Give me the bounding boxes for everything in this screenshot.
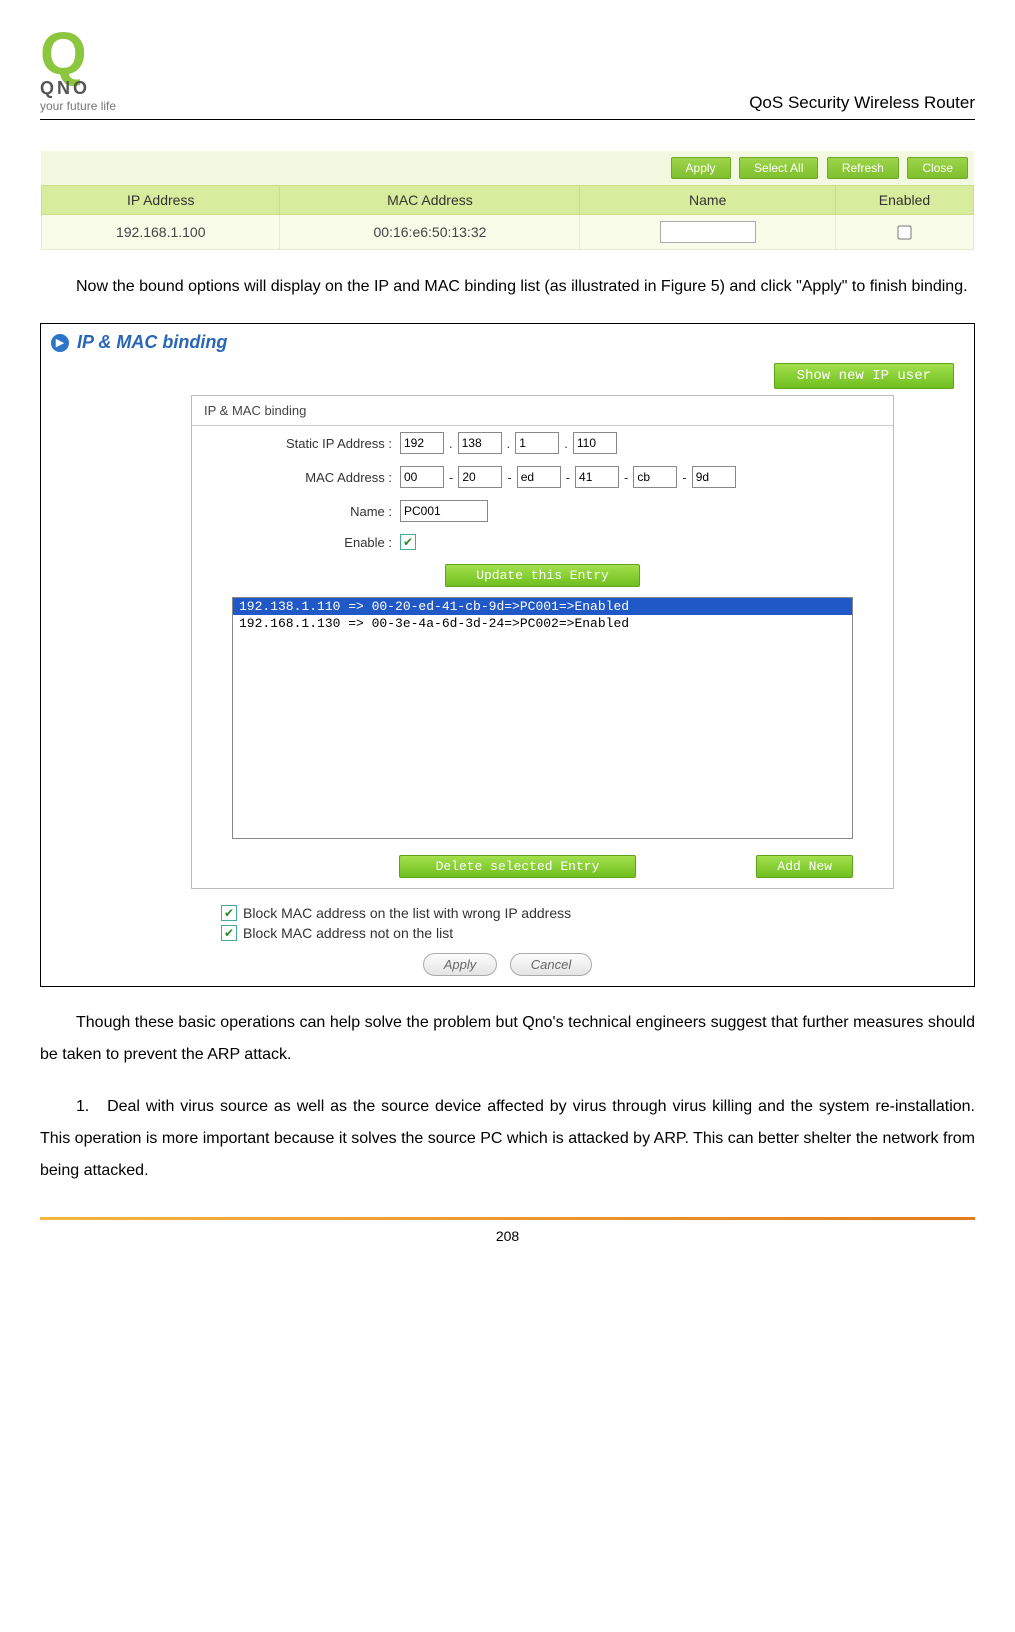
add-new-button[interactable]: Add New	[756, 855, 853, 878]
page-header: Q QNO your future life QoS Security Wire…	[40, 30, 975, 120]
binding-panel: IP & MAC binding Static IP Address : . .…	[191, 395, 894, 889]
logo: Q QNO your future life	[40, 30, 150, 113]
arp-table-figure: Apply Select All Refresh Close IP Addres…	[40, 150, 975, 251]
mac-2[interactable]	[458, 466, 502, 488]
cell-name	[580, 215, 836, 250]
paragraph-1: Now the bound options will display on th…	[40, 271, 975, 303]
ip-mac-binding-figure: ▶ IP & MAC binding Show new IP user IP &…	[40, 323, 975, 987]
cell-ip: 192.168.1.100	[42, 215, 280, 250]
delete-entry-button[interactable]: Delete selected Entry	[399, 855, 637, 878]
refresh-button[interactable]: Refresh	[827, 157, 899, 179]
col-enabled: Enabled	[835, 186, 973, 215]
ip-oct-4[interactable]	[573, 432, 617, 454]
block-wrong-ip-checkbox[interactable]: ✔	[221, 905, 237, 921]
cancel-button[interactable]: Cancel	[510, 953, 592, 976]
page-number: 208	[40, 1228, 975, 1244]
block-options: ✔ Block MAC address on the list with wro…	[221, 903, 974, 943]
enabled-checkbox[interactable]	[898, 225, 912, 239]
table-button-bar: Apply Select All Refresh Close	[41, 151, 974, 185]
name-row: Name :	[192, 494, 893, 528]
enable-row: Enable : ✔	[192, 528, 893, 556]
binding-listbox[interactable]: 192.138.1.110 => 00-20-ed-41-cb-9d=>PC00…	[232, 597, 853, 839]
list-text: Deal with virus source as well as the so…	[40, 1098, 975, 1179]
show-new-ip-button[interactable]: Show new IP user	[774, 363, 954, 389]
mac-6[interactable]	[692, 466, 736, 488]
apply-button[interactable]: Apply	[671, 157, 731, 179]
section-header: ▶ IP & MAC binding	[41, 324, 974, 357]
doc-title: QoS Security Wireless Router	[749, 93, 975, 113]
arrow-icon: ▶	[51, 334, 69, 352]
col-ip: IP Address	[42, 186, 280, 215]
name-input[interactable]	[660, 221, 756, 243]
paragraph-3: 1. Deal with virus source as well as the…	[40, 1091, 975, 1187]
list-actions: Delete selected Entry Add New	[192, 849, 893, 888]
mac-row: MAC Address : - - - - -	[192, 460, 893, 494]
block-not-on-list-label: Block MAC address not on the list	[243, 925, 453, 941]
paragraph-2: Though these basic operations can help s…	[40, 1007, 975, 1071]
list-item[interactable]: 192.138.1.110 => 00-20-ed-41-cb-9d=>PC00…	[233, 598, 852, 615]
col-name: Name	[580, 186, 836, 215]
col-mac: MAC Address	[280, 186, 580, 215]
close-button[interactable]: Close	[907, 157, 968, 179]
enable-checkbox[interactable]: ✔	[400, 534, 416, 550]
block-not-on-list-checkbox[interactable]: ✔	[221, 925, 237, 941]
static-ip-row: Static IP Address : . . .	[192, 426, 893, 460]
arp-table: IP Address MAC Address Name Enabled 192.…	[41, 185, 974, 250]
logo-brand: QNO	[40, 78, 150, 99]
panel-title: IP & MAC binding	[192, 396, 893, 426]
list-item[interactable]: 192.168.1.130 => 00-3e-4a-6d-3d-24=>PC00…	[233, 615, 852, 632]
update-entry-button[interactable]: Update this Entry	[445, 564, 640, 587]
name-field[interactable]	[400, 500, 488, 522]
enable-label: Enable :	[192, 535, 400, 550]
mac-3[interactable]	[517, 466, 561, 488]
form-actions: Apply Cancel	[41, 953, 974, 976]
logo-tagline: your future life	[40, 99, 150, 113]
mac-label: MAC Address :	[192, 470, 400, 485]
mac-1[interactable]	[400, 466, 444, 488]
logo-letter: Q	[40, 30, 150, 78]
ip-oct-2[interactable]	[458, 432, 502, 454]
static-ip-label: Static IP Address :	[192, 436, 400, 451]
table-row: 192.168.1.100 00:16:e6:50:13:32	[42, 215, 974, 250]
section-title: IP & MAC binding	[77, 332, 227, 353]
block-wrong-ip-label: Block MAC address on the list with wrong…	[243, 905, 571, 921]
mac-5[interactable]	[633, 466, 677, 488]
footer-divider	[40, 1217, 975, 1220]
apply-button[interactable]: Apply	[423, 953, 498, 976]
cell-mac: 00:16:e6:50:13:32	[280, 215, 580, 250]
mac-4[interactable]	[575, 466, 619, 488]
cell-enabled	[835, 215, 973, 250]
select-all-button[interactable]: Select All	[739, 157, 818, 179]
ip-oct-3[interactable]	[515, 432, 559, 454]
list-number: 1.	[76, 1098, 89, 1115]
ip-oct-1[interactable]	[400, 432, 444, 454]
name-label: Name :	[192, 504, 400, 519]
